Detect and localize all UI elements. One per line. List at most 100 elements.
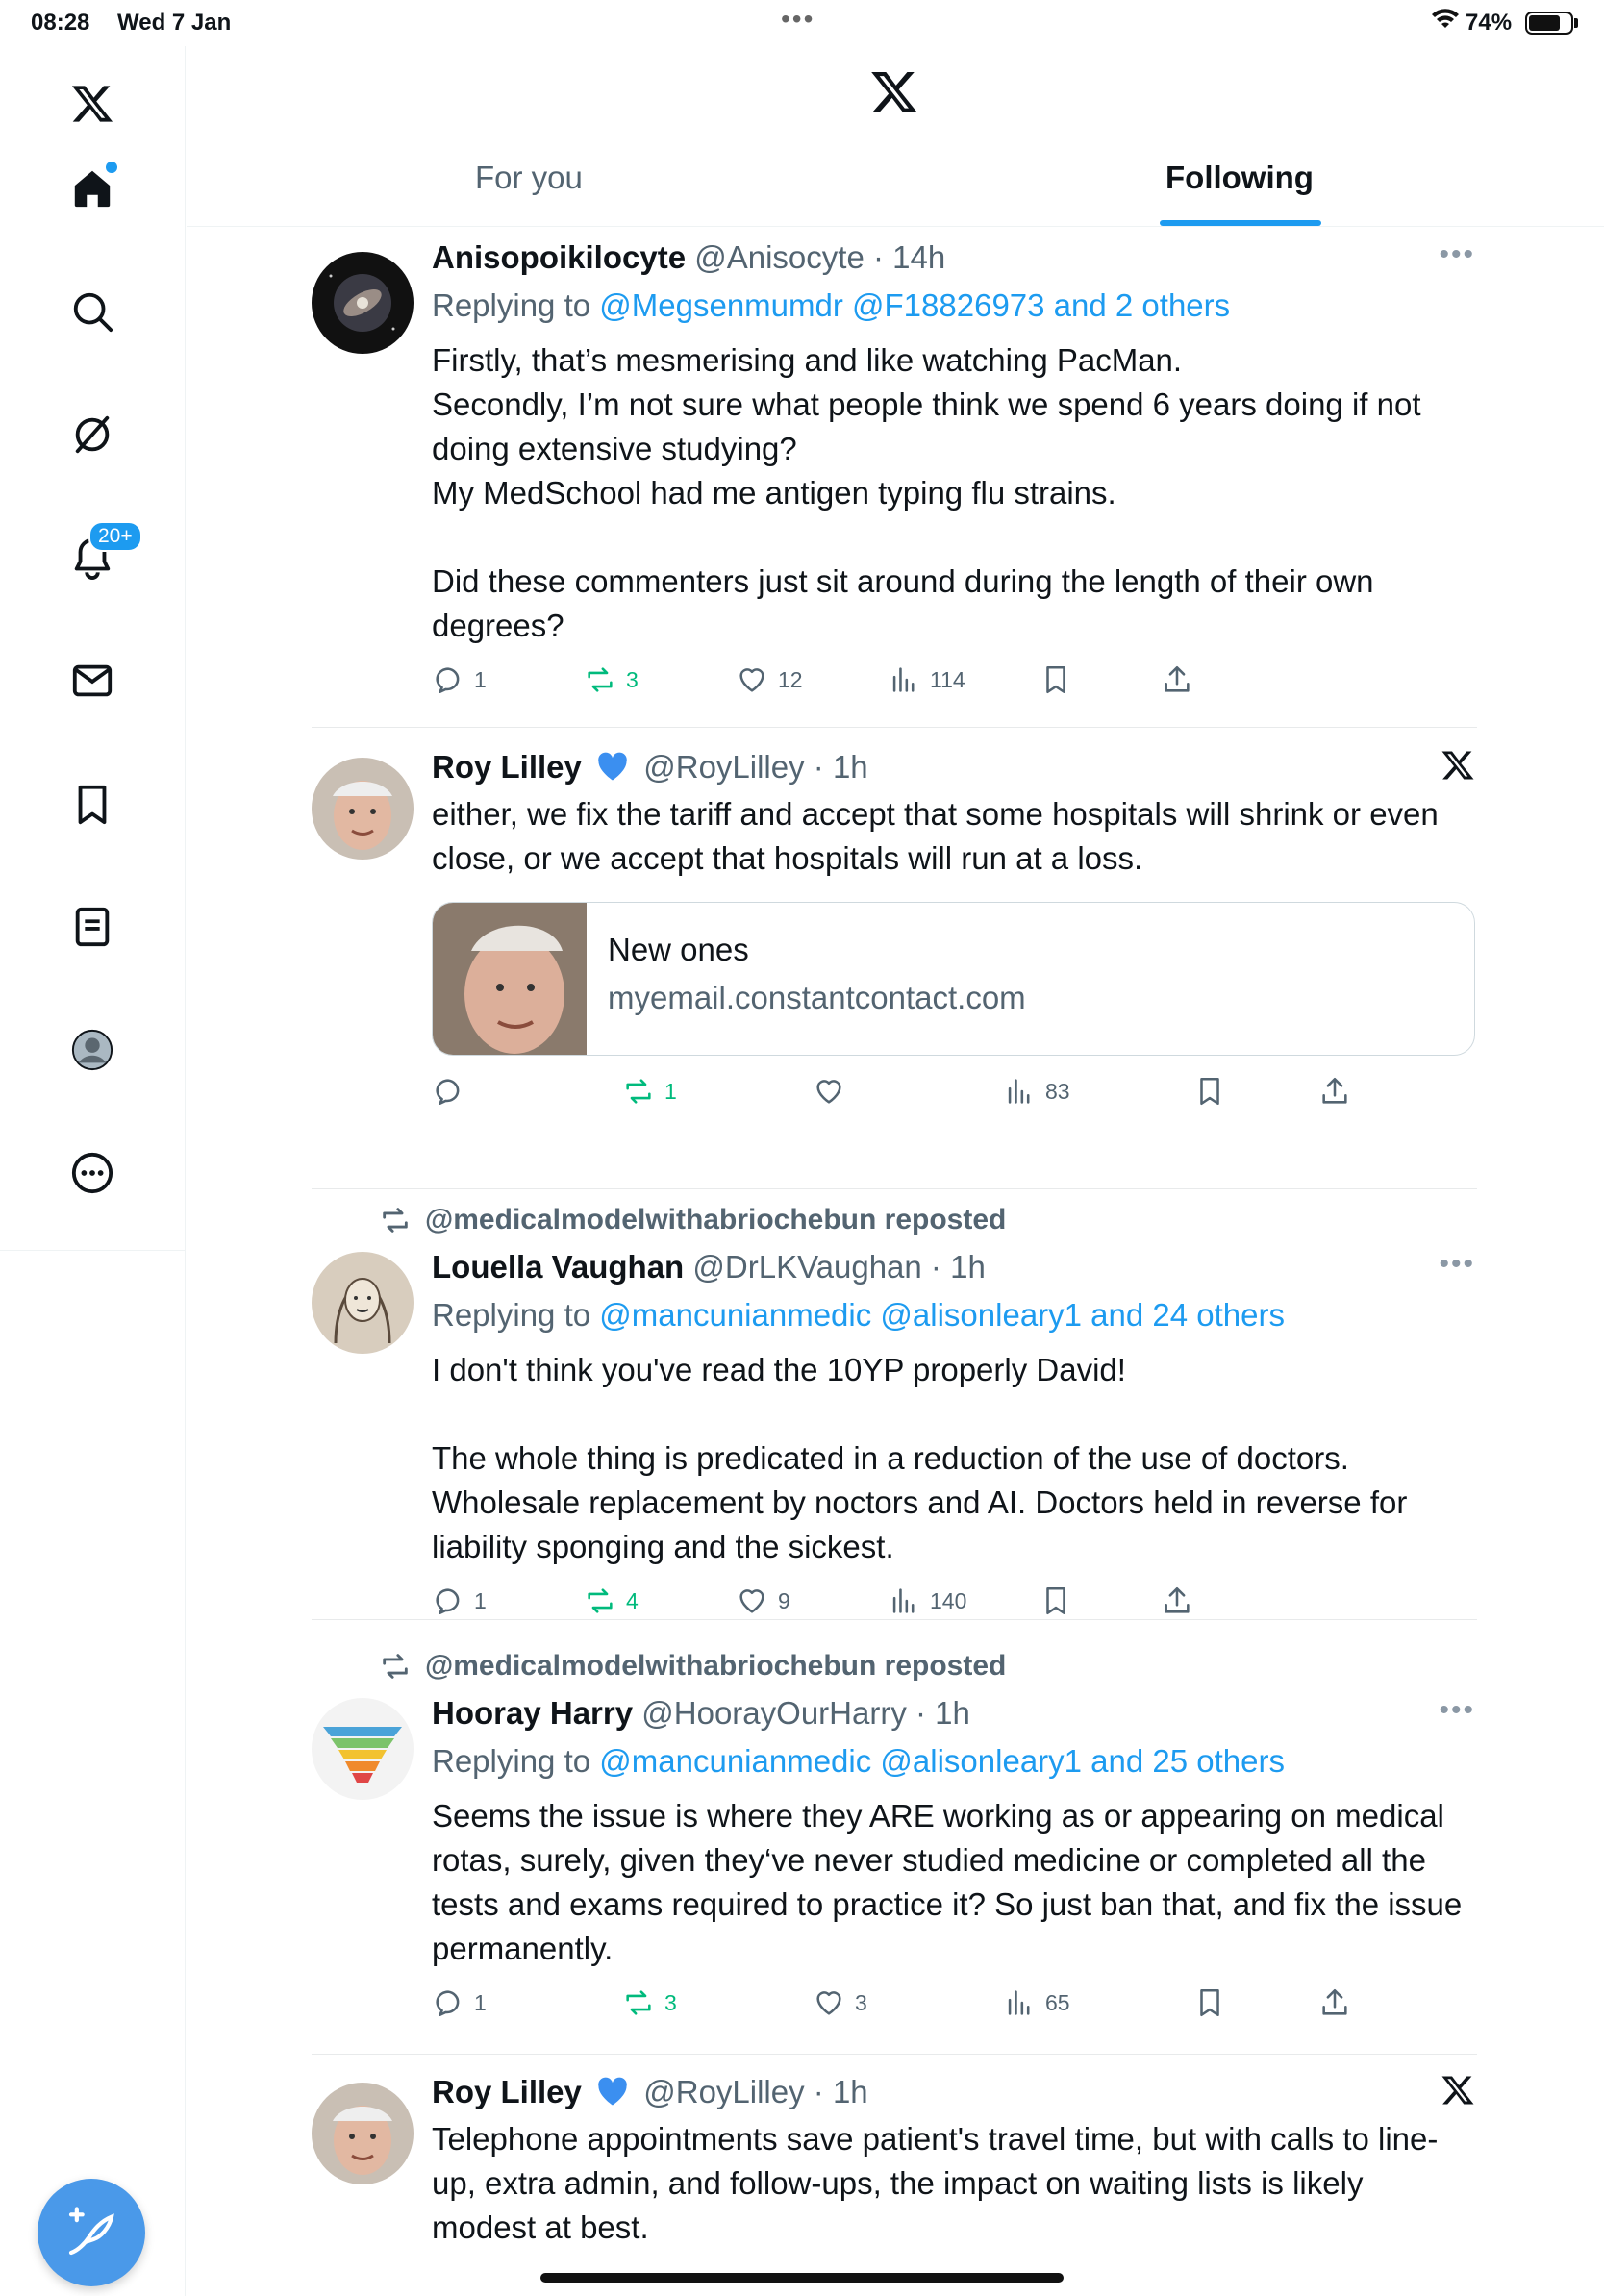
share-icon xyxy=(1165,1586,1190,1613)
wifi-icon xyxy=(1431,8,1460,37)
share-button[interactable] xyxy=(1161,663,1193,696)
tweet-divider xyxy=(312,1188,1477,1189)
tweet-text: Telephone appointments save patient's tr… xyxy=(432,2121,1439,2245)
bookmark-button[interactable] xyxy=(1193,1986,1226,2019)
replying-to: Replying to @mancunianmedic @alisonleary… xyxy=(432,1297,1286,1333)
like-button[interactable]: 12 xyxy=(736,663,803,696)
like-button[interactable]: 9 xyxy=(736,1585,790,1617)
avatar[interactable] xyxy=(312,1252,414,1354)
handle[interactable]: @RoyLilley xyxy=(643,749,804,785)
views-button[interactable]: 65 xyxy=(1003,1986,1070,2019)
bookmark-button[interactable] xyxy=(1193,1075,1226,1108)
view-count: 83 xyxy=(1045,1078,1070,1104)
replying-to-links[interactable]: @Megsenmumdr @F18826973 and 2 others xyxy=(599,287,1230,323)
reply-count: 1 xyxy=(474,1989,487,2015)
display-name[interactable]: Roy Lilley xyxy=(432,2074,582,2109)
share-button[interactable] xyxy=(1318,1986,1351,2019)
handle[interactable]: @RoyLilley xyxy=(643,2074,804,2109)
more-options-icon[interactable]: ••• xyxy=(1439,238,1475,271)
repost-icon xyxy=(626,1990,651,2015)
tweet-header: Anisopoikilocyte @Anisocyte · 14h xyxy=(432,239,946,275)
like-button[interactable]: 3 xyxy=(813,1986,867,2019)
sidebar-item-lists[interactable] xyxy=(56,890,129,963)
avatar[interactable] xyxy=(312,2083,414,2184)
tab-for-you[interactable]: For you xyxy=(475,160,583,196)
more-options-icon[interactable]: ••• xyxy=(1439,1694,1475,1727)
avatar[interactable] xyxy=(312,1698,414,1800)
x-logo-icon[interactable] xyxy=(869,67,919,117)
sidebar-item-search[interactable] xyxy=(56,275,129,348)
tweet-actions: 1 4 9 140 xyxy=(432,1585,1475,1627)
like-count: 3 xyxy=(855,1989,867,2015)
repost-context: @medicalmodelwithabriochebun reposted xyxy=(379,1204,1006,1236)
x-logo-icon[interactable] xyxy=(56,67,129,140)
reply-button[interactable]: 1 xyxy=(432,1986,487,2019)
tweet-header: Roy Lilley @RoyLilley · 1h xyxy=(432,2074,868,2109)
reposted-by[interactable]: @medicalmodelwithabriochebun reposted xyxy=(425,1204,1006,1236)
avatar-icon xyxy=(71,1029,113,1071)
views-icon xyxy=(1008,1079,1030,1104)
handle[interactable]: @Anisocyte xyxy=(694,239,865,275)
reply-button[interactable]: 1 xyxy=(432,663,487,696)
handle[interactable]: @DrLKVaughan xyxy=(692,1249,921,1285)
like-button[interactable] xyxy=(813,1075,845,1108)
display-name[interactable]: Louella Vaughan xyxy=(432,1249,684,1285)
display-name[interactable]: Roy Lilley xyxy=(432,749,582,785)
x-logo-icon[interactable] xyxy=(1441,748,1475,783)
share-button[interactable] xyxy=(1318,1075,1351,1108)
tweet-text: either, we fix the tariff and accept tha… xyxy=(432,796,1447,876)
sidebar-item-profile[interactable] xyxy=(56,1013,129,1086)
heart-icon xyxy=(816,1991,841,2015)
grok-icon xyxy=(75,415,110,454)
views-icon xyxy=(892,1588,915,1613)
display-name[interactable]: Anisopoikilocyte xyxy=(432,239,686,275)
views-button[interactable]: 83 xyxy=(1003,1075,1070,1108)
repost-context: @medicalmodelwithabriochebun reposted xyxy=(379,1650,1006,1683)
tweet-actions: 1 3 12 114 xyxy=(432,663,1475,706)
reply-icon xyxy=(436,667,460,694)
replying-to-links[interactable]: @mancunianmedic @alisonleary1 and 25 oth… xyxy=(599,1743,1285,1779)
views-button[interactable]: 114 xyxy=(888,663,965,696)
bookmark-button[interactable] xyxy=(1040,663,1072,696)
tweet-text: Firstly, that’s mesmerising and like wat… xyxy=(432,342,1421,643)
x-logo-icon[interactable] xyxy=(1441,2073,1475,2108)
repost-button[interactable]: 4 xyxy=(584,1585,639,1617)
reply-button[interactable] xyxy=(432,1075,464,1108)
heart-icon xyxy=(816,1080,841,1104)
link-card[interactable]: New ones myemail.constantcontact.com xyxy=(432,902,1475,1056)
like-count: 12 xyxy=(778,666,803,692)
share-button[interactable] xyxy=(1161,1585,1193,1617)
handle[interactable]: @HoorayOurHarry xyxy=(641,1695,907,1731)
sidebar-item-messages[interactable] xyxy=(56,644,129,717)
replying-to-links[interactable]: @mancunianmedic @alisonleary1 and 24 oth… xyxy=(599,1297,1285,1333)
sidebar-item-more[interactable] xyxy=(56,1136,129,1210)
tweet-text: Seems the issue is where they ARE workin… xyxy=(432,1798,1471,1966)
more-options-icon[interactable]: ••• xyxy=(1439,1248,1475,1281)
replying-to: Replying to @Megsenmumdr @F18826973 and … xyxy=(432,287,1231,323)
repost-button[interactable]: 3 xyxy=(584,663,639,696)
repost-count: 1 xyxy=(664,1078,677,1104)
display-name[interactable]: Hooray Harry xyxy=(432,1695,633,1731)
home-indicator[interactable] xyxy=(540,2273,1064,2283)
reply-icon xyxy=(436,1990,460,2017)
reply-button[interactable]: 1 xyxy=(432,1585,487,1617)
sidebar-item-notifications[interactable]: 20+ xyxy=(56,521,142,594)
reposted-by[interactable]: @medicalmodelwithabriochebun reposted xyxy=(425,1650,1006,1683)
bookmark-button[interactable] xyxy=(1040,1585,1072,1617)
timestamp: 1h xyxy=(832,2074,868,2109)
repost-button[interactable]: 3 xyxy=(622,1986,677,2019)
avatar[interactable] xyxy=(312,252,414,354)
sidebar-item-grok[interactable] xyxy=(56,398,129,471)
link-card-image xyxy=(433,903,587,1055)
sidebar-item-home[interactable] xyxy=(56,152,129,225)
avatar[interactable] xyxy=(312,758,414,860)
home-new-dot xyxy=(106,162,117,173)
compose-button[interactable] xyxy=(38,2179,145,2286)
views-button[interactable]: 140 xyxy=(888,1585,966,1617)
tweet-divider xyxy=(312,727,1477,728)
repost-button[interactable]: 1 xyxy=(622,1075,677,1108)
sidebar-item-bookmarks[interactable] xyxy=(56,767,129,840)
tab-following[interactable]: Following xyxy=(1165,160,1314,196)
blue-heart-icon xyxy=(598,2077,627,2106)
multitask-dots-icon[interactable]: ••• xyxy=(781,4,815,35)
